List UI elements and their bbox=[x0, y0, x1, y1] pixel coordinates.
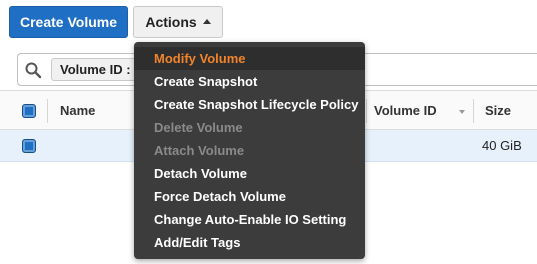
column-divider bbox=[47, 99, 48, 123]
column-header-volume-id[interactable]: Volume ID bbox=[374, 103, 437, 118]
menu-item-modify-volume[interactable]: Modify Volume bbox=[134, 47, 365, 70]
column-header-name[interactable]: Name bbox=[60, 103, 95, 118]
actions-label: Actions bbox=[145, 14, 197, 30]
column-divider bbox=[473, 99, 474, 123]
menu-item-change-auto-enable-io[interactable]: Change Auto-Enable IO Setting bbox=[134, 208, 365, 231]
chevron-up-icon bbox=[202, 19, 211, 24]
column-divider bbox=[366, 99, 367, 123]
actions-dropdown-menu: Modify Volume Create Snapshot Create Sna… bbox=[134, 42, 365, 259]
cell-size: 40 GiB bbox=[482, 138, 522, 153]
actions-button[interactable]: Actions bbox=[133, 6, 223, 38]
menu-item-delete-volume: Delete Volume bbox=[154, 120, 243, 135]
menu-item-create-snapshot[interactable]: Create Snapshot bbox=[134, 70, 365, 93]
menu-item-attach-volume: Attach Volume bbox=[154, 143, 245, 158]
menu-item-create-snapshot-lifecycle-policy[interactable]: Create Snapshot Lifecycle Policy bbox=[134, 93, 365, 116]
menu-item-detach-volume[interactable]: Detach Volume bbox=[134, 162, 365, 185]
select-all-checkbox[interactable] bbox=[22, 104, 36, 118]
row-checkbox[interactable] bbox=[22, 139, 36, 153]
menu-item-add-edit-tags[interactable]: Add/Edit Tags bbox=[134, 231, 365, 254]
filter-chip-label: Volume ID : v bbox=[60, 62, 142, 77]
sort-caret-icon[interactable] bbox=[459, 110, 465, 114]
search-icon bbox=[25, 62, 42, 79]
column-header-size[interactable]: Size bbox=[485, 103, 511, 118]
create-volume-button[interactable]: Create Volume bbox=[9, 6, 128, 38]
menu-item-force-detach-volume[interactable]: Force Detach Volume bbox=[134, 185, 365, 208]
create-volume-label: Create Volume bbox=[20, 14, 117, 30]
